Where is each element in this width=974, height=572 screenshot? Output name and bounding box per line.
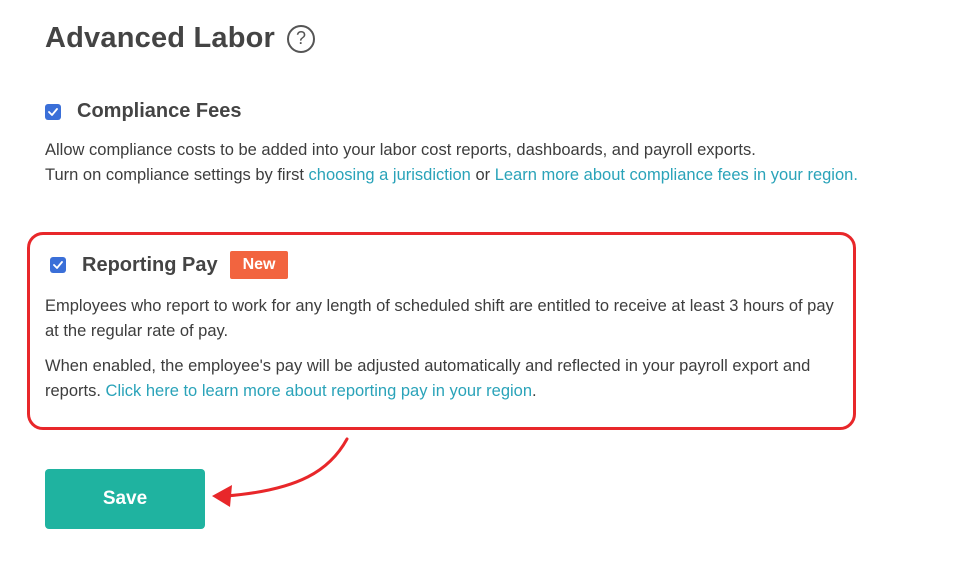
reporting-pay-label: Reporting Pay	[82, 253, 218, 276]
check-icon	[48, 107, 58, 116]
reporting-pay-checkbox[interactable]	[50, 257, 66, 273]
learn-more-reporting-pay-link[interactable]: Click here to learn more about reporting…	[106, 382, 532, 400]
new-badge: New	[229, 251, 289, 279]
reporting-pay-enabled-description: When enabled, the employee's pay will be…	[45, 354, 845, 404]
compliance-fees-section: Compliance Fees Allow compliance costs t…	[45, 100, 905, 188]
page-header: Advanced Labor ?	[45, 22, 316, 55]
compliance-fees-text-2: Turn on compliance settings by first	[45, 166, 309, 184]
learn-more-compliance-link[interactable]: Learn more about compliance fees in your…	[495, 166, 858, 184]
reporting-pay-period: .	[532, 382, 537, 400]
reporting-pay-section: Reporting Pay New Employees who report t…	[45, 251, 845, 404]
compliance-fees-header: Compliance Fees	[45, 100, 905, 123]
compliance-fees-checkbox[interactable]	[45, 103, 61, 120]
save-button[interactable]: Save	[45, 469, 205, 529]
reporting-pay-description: Employees who report to work for any len…	[45, 297, 834, 340]
compliance-fees-text-or: or	[470, 166, 495, 184]
compliance-fees-text-1: Allow compliance costs to be added into …	[45, 141, 756, 159]
compliance-fees-description: Allow compliance costs to be added into …	[45, 138, 905, 188]
reporting-pay-header: Reporting Pay New	[45, 251, 845, 279]
advanced-labor-settings: Advanced Labor ? Compliance Fees Allow c…	[0, 0, 974, 572]
check-icon	[53, 261, 63, 269]
choosing-jurisdiction-link[interactable]: choosing a jurisdiction	[309, 166, 471, 184]
page-title: Advanced Labor	[45, 22, 276, 54]
question-circle-icon[interactable]: ?	[287, 24, 316, 53]
compliance-fees-label: Compliance Fees	[77, 100, 242, 122]
